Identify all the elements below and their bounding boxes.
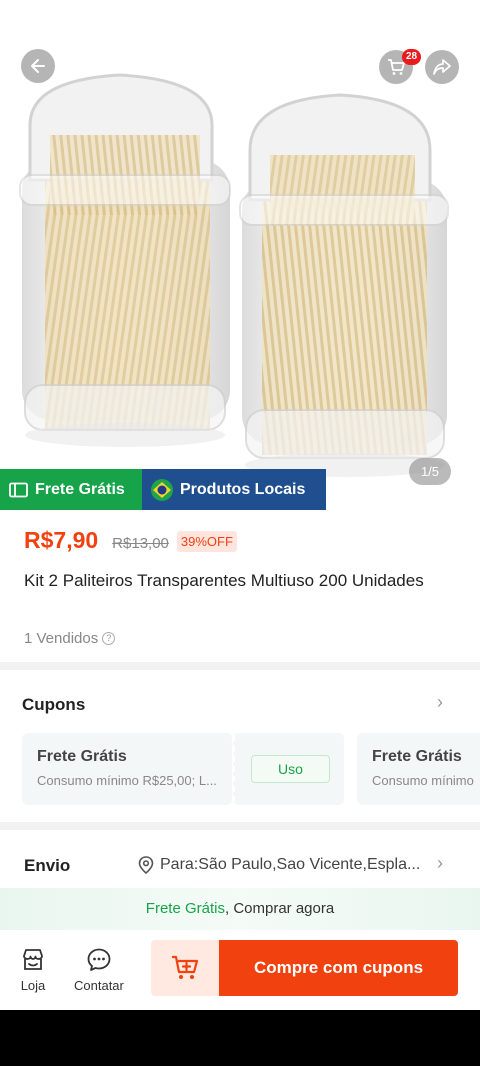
help-icon[interactable]: ? — [102, 632, 116, 645]
free-shipping-tag: Frete Grátis — [0, 469, 142, 510]
contact-label: Contatar — [74, 978, 124, 993]
location-pin-icon — [138, 856, 154, 874]
ticket-icon — [9, 482, 28, 498]
product-screen: 28 1/5 Frete Grátis Produtos Locais R$7,… — [0, 0, 480, 1010]
store-button[interactable]: Loja — [20, 946, 46, 993]
chevron-right-icon[interactable]: › — [437, 853, 443, 874]
chevron-right-icon[interactable]: › — [437, 692, 443, 713]
add-to-cart-button[interactable] — [151, 940, 219, 996]
discount-badge: 39%OFF — [176, 531, 237, 552]
promo-highlight: Frete Grátis — [145, 900, 225, 917]
contact-button[interactable]: Contatar — [74, 946, 124, 993]
coupon-condition: Consumo mínimo R$25,00; L... — [37, 773, 217, 788]
add-to-cart-icon — [172, 955, 199, 979]
coupon-title: Frete Grátis — [372, 748, 462, 765]
store-label: Loja — [20, 978, 46, 993]
coupon-card[interactable]: Frete Grátis Consumo mínimo — [357, 733, 480, 805]
local-products-tag: Produtos Locais — [142, 469, 326, 510]
coupons-title[interactable]: Cupons — [22, 695, 85, 715]
shipping-title: Envio — [24, 856, 71, 875]
store-icon — [20, 946, 46, 974]
chat-icon — [86, 946, 112, 974]
buy-with-coupons-button[interactable]: Compre com cupons — [219, 940, 458, 996]
back-button[interactable] — [21, 49, 55, 83]
local-products-label: Produtos Locais — [180, 480, 306, 498]
image-counter: 1/5 — [409, 458, 451, 485]
price-row: R$7,90 R$13,00 39%OFF — [24, 527, 237, 554]
promo-text: , Comprar agora — [224, 900, 335, 917]
promo-banner[interactable]: Frete Grátis, Comprar agora — [0, 888, 480, 930]
sold-count-label: 1 Vendidos — [24, 630, 99, 647]
coupon-title: Frete Grátis — [37, 748, 127, 765]
shipping-destination-label: Para:São Paulo,Sao Vicente,Espla... — [160, 856, 421, 873]
coupon-condition: Consumo mínimo — [372, 773, 474, 788]
shipping-destination[interactable]: Para:São Paulo,Sao Vicente,Espla... — [138, 856, 423, 874]
product-image-carousel[interactable]: 28 1/5 Frete Grátis Produtos Locais — [0, 0, 480, 510]
use-coupon-button[interactable]: Uso — [251, 755, 330, 783]
section-divider — [0, 822, 480, 830]
share-icon — [433, 59, 451, 75]
product-title: Kit 2 Paliteiros Transparentes Multiuso … — [24, 571, 424, 590]
product-image — [19, 73, 449, 477]
coupon-card[interactable]: Frete Grátis Consumo mínimo R$25,00; L..… — [22, 733, 232, 805]
back-arrow-icon — [31, 59, 45, 73]
system-navigation-bar — [0, 1010, 480, 1066]
free-shipping-label: Frete Grátis — [35, 480, 125, 498]
sold-count: 1 Vendidos ? — [24, 630, 116, 647]
section-divider — [0, 662, 480, 670]
brazil-flag-icon — [150, 478, 174, 502]
bottom-action-bar: Loja Contatar Compre com cupons — [0, 930, 480, 1010]
share-button[interactable] — [425, 50, 459, 84]
coupon-action-area: Uso — [233, 733, 344, 805]
original-price: R$13,00 — [112, 535, 169, 552]
cart-count-badge: 28 — [402, 49, 422, 65]
current-price: R$7,90 — [24, 527, 99, 553]
